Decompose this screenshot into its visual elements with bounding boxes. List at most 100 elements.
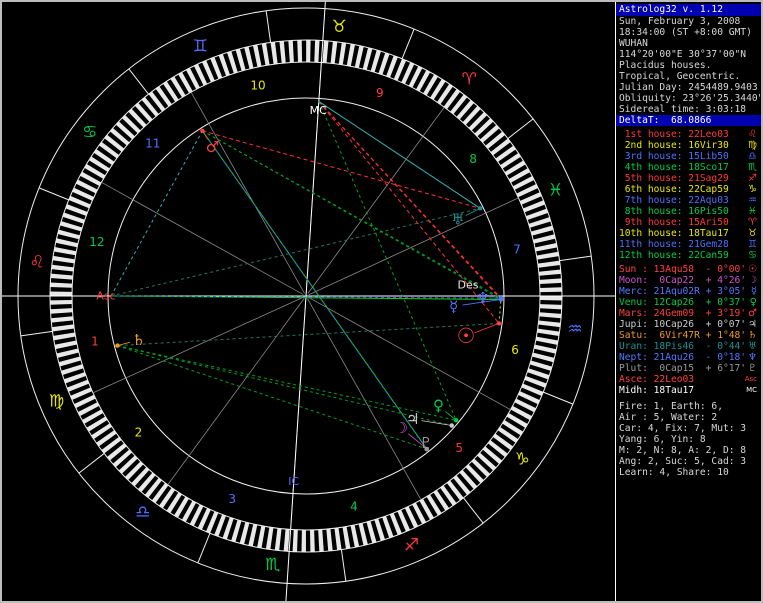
house-cusp-line: [92, 296, 304, 394]
sign-glyph: ♓: [748, 206, 757, 217]
planet-row: Moon: 0Cap22 + 4°26' ☽: [619, 275, 757, 286]
house-row: 10th house: 18Tau17 ♉: [619, 228, 757, 239]
aspect-line-trine: [117, 345, 457, 421]
sign-glyph: MC: [746, 386, 757, 394]
house-cusp-line: [167, 298, 305, 486]
planet-glyph-uranus: ♅: [451, 211, 464, 229]
sign-boundary: [463, 497, 484, 524]
sign-boundary: [20, 330, 53, 337]
sign-glyph: ♆: [748, 352, 757, 363]
element-stats-block: Fire: 1, Earth: 6, Air : 5, Water: 2 Car: …: [616, 401, 761, 478]
planet-pointer-line: [117, 341, 131, 346]
zodiac-sign-glyph-scorpio: ♏: [265, 555, 280, 575]
stats-line: Fire: 1, Earth: 6,: [619, 401, 723, 412]
sign-glyph: ♑: [748, 184, 757, 195]
sign-glyph: ♐: [748, 173, 757, 184]
planet-pointer-line: [465, 207, 481, 216]
sign-glyph: ♂: [748, 308, 757, 319]
planet-row: Uran: 18Pis46 - 0°44' ♅: [619, 341, 757, 352]
sign-glyph: ♏: [748, 162, 757, 173]
natal-chart-wheel: ♈♉♊♋♌♍♎♏♐♑♒♓123456789101112☉☽☿♀♂♃♄♅♆♇Asc…: [2, 2, 615, 601]
header-line: Sidereal time: 3:03:18: [619, 104, 747, 115]
sign-boundary: [78, 453, 105, 474]
planet-glyph-neptune: ♆: [476, 289, 489, 307]
zodiac-sign-glyph-sagittarius: ♐: [404, 536, 419, 556]
zodiac-sign-glyph-leo: ♌: [29, 253, 44, 273]
house-list: 1st house: 22Leo03 ♌ 2nd house: 16Vir30 ♍ …: [616, 129, 761, 261]
sign-boundary: [128, 68, 149, 95]
house-row: 12th house: 22Can59 ♋: [619, 250, 757, 261]
planet-list: Sun : 13Aqu58 - 0°00' ☉ Moon: 0Cap22 + 4°2…: [616, 264, 761, 396]
sign-glyph: ♀: [749, 297, 757, 308]
house-number-10: 10: [250, 78, 265, 92]
zodiac-sign-glyph-aquarius: ♒: [567, 319, 582, 339]
title-bar: Astrolog32 v. 1.12: [616, 4, 761, 16]
planet-glyph-venus: ♀: [433, 397, 444, 415]
astrolog-window: ♈ ♉ ♊ ♋ ♌ ♍ ♎ ♏ ♐ ♑ ♒ ♓ 1 2 3 4 5 6 7 8 9 10 11 12 ☉ ☽ ☿ ♀ ♂ ♃ ♄ ♅ ♆ ♇ Asc…: [0, 0, 763, 603]
zodiac-sign-glyph-taurus: ♉: [332, 17, 347, 37]
mc-label: MC: [310, 104, 327, 117]
stats-line: Yang: 6, Yin: 8: [619, 434, 706, 445]
house-number-8: 8: [469, 152, 477, 166]
sign-boundary: [197, 533, 211, 564]
sign-boundary: [543, 391, 574, 405]
stats-line: M: 2, N: 8, A: 2, D: 8: [619, 445, 747, 456]
sign-boundary: [38, 187, 69, 201]
stats-line: Learn: 4, Share: 10: [619, 467, 729, 478]
planet-row: Sun : 13Aqu58 - 0°00' ☉: [619, 264, 757, 275]
zodiac-sign-glyph-gemini: ♊: [193, 36, 208, 56]
sign-glyph: ♊: [748, 239, 757, 250]
planet-row: Midh: 18Tau17 MC: [619, 385, 757, 396]
header-line: Placidus houses.: [619, 60, 712, 71]
planet-glyph-pluto: ♇: [419, 434, 432, 452]
sign-glyph: ♎: [748, 151, 757, 162]
sign-glyph: Asc: [744, 375, 757, 383]
planet-glyph-sun: ☉: [457, 324, 476, 348]
planet-glyph-mars: ♂: [206, 138, 219, 156]
planet-pointer-line: [421, 420, 452, 426]
house-row: 1st house: 22Leo03 ♌: [619, 129, 757, 140]
header-line: 18:34:00 (ST +8:00 GMT): [619, 27, 752, 38]
aspect-line-square: [202, 130, 481, 209]
header-line: Tropical, Geocentric.: [619, 71, 741, 82]
zodiac-sign-glyph-pisces: ♓: [548, 180, 563, 200]
house-row: 9th house: 15Ari50 ♈: [619, 217, 757, 228]
sign-glyph: ♍: [748, 140, 757, 151]
aspect-line-opposition: [201, 130, 427, 450]
des-label: Des: [458, 279, 479, 292]
chart-info-block: Sun, February 3, 2008 18:34:00 (ST +8:00 …: [616, 16, 761, 115]
ic-label: IC: [288, 475, 299, 488]
house-row: 5th house: 21Sag29 ♐: [619, 173, 757, 184]
planet-glyph-mercury: ☿: [449, 297, 458, 315]
house-row: 4th house: 18Sco17 ♏: [619, 162, 757, 173]
sign-glyph: ♉: [748, 228, 757, 239]
sign-boundary: [559, 255, 592, 262]
planet-row: Merc: 21Aqu02R + 3°05' ☿: [619, 286, 757, 297]
zodiac-sign-glyph-capricorn: ♑: [515, 449, 530, 469]
sign-boundary: [265, 10, 272, 43]
planet-row: Satu: 6Vir47R + 1°48' ♄: [619, 330, 757, 341]
zodiac-sign-glyph-cancer: ♋: [82, 123, 97, 143]
sign-glyph: ☉: [748, 264, 757, 275]
chart-pane: ♈ ♉ ♊ ♋ ♌ ♍ ♎ ♏ ♐ ♑ ♒ ♓ 1 2 3 4 5 6 7 8 9 10 11 12 ☉ ☽ ☿ ♀ ♂ ♃ ♄ ♅ ♆ ♇ Asc…: [2, 2, 615, 601]
header-line: Sun, February 3, 2008: [619, 16, 741, 27]
house-row: 6th house: 22Cap59 ♑: [619, 184, 757, 195]
house-number-7: 7: [513, 243, 521, 257]
planet-row: Asce: 22Leo03 Asc: [619, 374, 757, 385]
mc-ic-axis: [285, 2, 326, 601]
stats-line: Air : 5, Water: 2: [619, 412, 718, 423]
planet-row: Jupi: 10Cap26 + 0°07' ♃: [619, 319, 757, 330]
aspect-line-quincunx: [110, 207, 481, 297]
house-number-2: 2: [135, 425, 143, 439]
sign-glyph: ♋: [748, 250, 757, 261]
planet-row: Plut: 0Cap15 + 6°17' ♇: [619, 363, 757, 374]
zodiac-sign-glyph-virgo: ♍: [49, 392, 64, 412]
sign-glyph: ♒: [748, 195, 757, 206]
planet-row: Nept: 21Aqu26 - 0°18' ♆: [619, 352, 757, 363]
sign-glyph: ♅: [748, 341, 757, 352]
info-panel: Astrolog32 v. 1.12 Sun, February 3, 2008…: [615, 2, 761, 601]
sign-boundary: [401, 28, 415, 59]
aspect-line-conjunction: [498, 298, 502, 324]
house-number-4: 4: [350, 500, 358, 514]
sign-glyph: ♃: [748, 319, 757, 330]
